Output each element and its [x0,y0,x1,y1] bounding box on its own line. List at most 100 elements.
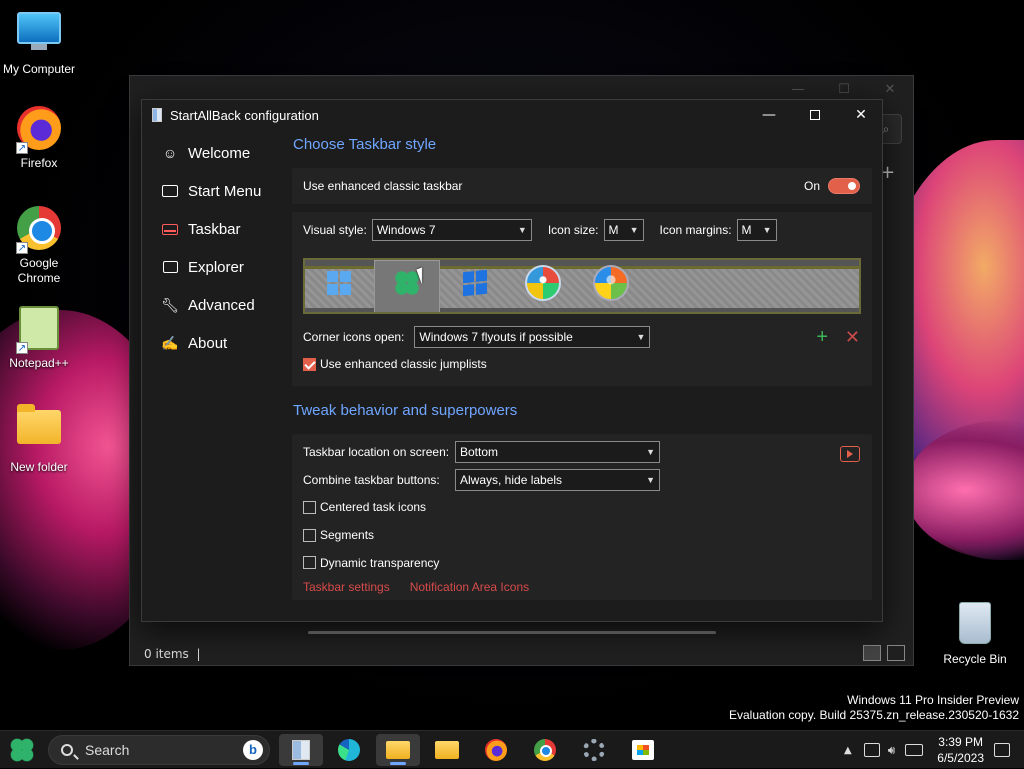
enhanced-taskbar-toggle[interactable]: On [804,178,860,194]
taskbar-app-folder[interactable] [425,734,469,766]
dynamic-transparency-row[interactable]: Dynamic transparency [292,549,872,576]
visual-style-panel: Visual style: Windows 7 ▼ Icon size: M ▼ I… [292,212,872,386]
visual-style-row: Visual style: Windows 7 ▼ Icon size: M ▼ I… [292,212,872,248]
centered-icons-checkbox[interactable] [303,500,316,514]
title-bar[interactable]: StartAllBack configuration — ✕ [142,100,882,132]
segments-row[interactable]: Segments [292,521,872,549]
folder-icon [16,404,62,456]
visual-style-select[interactable]: Windows 7 ▼ [371,219,532,241]
windows-vista-orb-icon[interactable] [593,265,629,301]
taskbar-app-firefox[interactable] [474,734,518,766]
chevron-down-icon: ▼ [646,474,655,485]
taskbar-settings-link[interactable]: Taskbar settings [303,580,390,594]
sidebar-item-start-menu[interactable]: Start Menu [152,172,282,210]
chevron-down-icon: ▼ [629,225,639,235]
taskbar-app-chrome[interactable] [523,734,567,766]
combine-buttons-row: Combine taskbar buttons: Always, hide la… [292,466,872,493]
status-bar-text: 0 items | [144,647,201,661]
taskbar-style-panel: Use enhanced classic taskbar On [292,168,872,204]
dynamic-transparency-label: Dynamic transparency [320,555,440,570]
folder-icon [435,741,459,759]
icon-size-value: M [608,223,619,237]
notepadpp-icon: ↗ [16,306,62,354]
desktop-icon-notepadpp[interactable]: ↗ Notepad++ [0,306,78,371]
close-button[interactable]: ✕ [838,100,884,130]
desktop-icon-label: New folder [10,460,68,474]
search-icon [61,744,73,756]
window-title: StartAllBack configuration [170,108,319,123]
desktop-icon-label: Google Chrome [17,256,61,285]
jumplists-row[interactable]: Use enhanced classic jumplists [292,352,872,376]
taskbar-app-file-explorer[interactable] [376,734,420,766]
bing-icon[interactable]: b [243,740,263,760]
windows-7-orb-icon[interactable] [525,265,561,301]
taskbar-location-row: Taskbar location on screen: Bottom ▼ [292,438,872,466]
desktop-icon-new-folder[interactable]: New folder [0,404,78,475]
taskbar-search-box[interactable]: Search b [48,735,270,765]
centered-icons-row[interactable]: Centered task icons [292,493,872,521]
desktop-icon-chrome[interactable]: ↗ Google Chrome [0,206,78,286]
settings-gear-icon [583,739,605,761]
volume-icon[interactable]: 🔊︎ [888,743,896,758]
icon-margins-select[interactable]: M ▼ [736,219,777,241]
start-button[interactable] [10,738,36,764]
dynamic-transparency-checkbox[interactable] [303,556,316,569]
icon-margins-label: Icon margins: [659,223,732,237]
add-icon[interactable]: + [816,327,828,347]
details-view-icon[interactable] [863,645,881,661]
taskbar-location-select[interactable]: Bottom ▼ [455,441,660,463]
content-pane: Choose Taskbar style Use enhanced classi… [292,134,872,600]
taskbar-app-store[interactable] [621,734,665,766]
section-title-taskbar-style: Choose Taskbar style [293,136,437,153]
section-title-tweaks: Tweak behavior and superpowers [293,402,518,419]
smile-icon: ☺ [162,145,178,161]
keyboard-icon[interactable] [905,744,924,756]
visual-style-label: Visual style: [303,223,367,237]
sidebar-item-label: Welcome [188,144,251,162]
clover-start-icon [10,738,34,762]
desktop-icon-recycle-bin[interactable]: Recycle Bin [936,602,1014,667]
taskbar-app-startallback[interactable] [279,734,323,766]
windows-10-logo-icon[interactable] [457,265,493,301]
tiles-view-icon[interactable] [887,645,905,661]
toggle-switch[interactable] [828,178,860,194]
minimize-button[interactable]: — [746,100,792,130]
sidebar-item-explorer[interactable]: Explorer [152,248,282,286]
sidebar-item-taskbar[interactable]: Taskbar [152,210,282,248]
corner-icons-select[interactable]: Windows 7 flyouts if possible ▼ [414,326,651,348]
sidebar-item-welcome[interactable]: ☺ Welcome [152,134,282,172]
segments-label: Segments [320,528,375,542]
taskbar-app-settings[interactable] [572,734,616,766]
recycle-bin-icon [952,602,998,648]
remove-icon[interactable]: ✕ [845,327,860,347]
desktop-icon-firefox[interactable]: ↗ Firefox [0,106,78,171]
sidebar-item-advanced[interactable]: 🔧︎ Advanced [152,286,282,324]
store-icon [632,740,654,760]
windows-11-logo-icon[interactable] [321,265,357,301]
sidebar-item-label: About [188,334,228,352]
network-icon[interactable] [863,743,880,757]
clock[interactable]: 3:39 PM 6/5/2023 [937,734,984,766]
jumplists-checkbox[interactable] [303,357,316,371]
notification-area-icons-link[interactable]: Notification Area Icons [410,580,529,594]
sidebar-item-label: Taskbar [188,220,241,238]
sidebar-item-about[interactable]: ✍ About [152,324,282,362]
horizontal-scrollbar[interactable] [308,631,716,634]
chevron-up-icon[interactable]: ▲ [844,745,852,756]
segments-checkbox[interactable] [303,528,316,542]
computer-icon [16,12,62,58]
video-tutorial-icon[interactable] [840,446,860,462]
desktop-icon-label: Notepad++ [9,356,69,370]
icon-size-select[interactable]: M ▼ [603,219,644,241]
maximize-button[interactable] [792,100,838,130]
taskbar-location-label: Taskbar location on screen: [303,445,450,459]
about-icon: ✍ [161,334,179,351]
settings-links: Taskbar settings Notification Area Icons [292,576,872,600]
taskbar-app-edge[interactable] [327,734,371,766]
desktop-icon-label: My Computer [2,62,76,76]
combine-buttons-select[interactable]: Always, hide labels ▼ [455,468,660,491]
keyboard-icon [162,183,178,199]
desktop-icon-my-computer[interactable]: My Computer [0,8,78,77]
notification-center-icon[interactable] [994,743,1010,757]
start-button-preview [303,258,861,314]
